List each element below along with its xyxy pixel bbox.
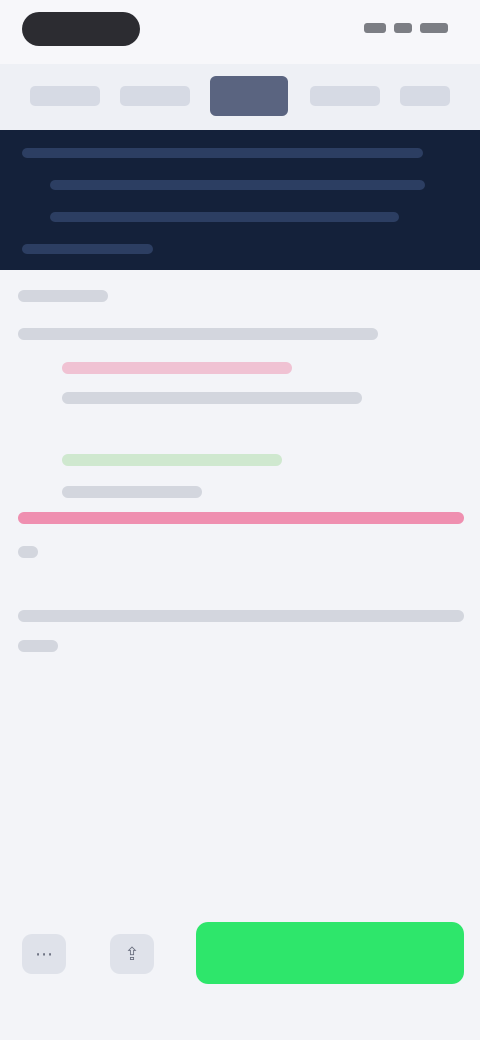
battery-icon (420, 23, 448, 33)
banner-line (22, 244, 153, 254)
tab-bar (0, 64, 480, 130)
status-icons (358, 22, 448, 34)
wifi-icon (394, 23, 412, 33)
text-line (18, 512, 464, 524)
tab-item[interactable] (30, 86, 100, 106)
text-line (18, 290, 108, 302)
banner-line (50, 180, 425, 190)
tab-item[interactable] (310, 86, 380, 106)
share-icon: ⇪ (124, 943, 140, 964)
banner-line (22, 148, 424, 158)
text-line (18, 610, 464, 622)
text-line (62, 454, 282, 466)
dynamic-island (22, 12, 140, 46)
status-bar (0, 0, 480, 64)
bottom-toolbar: ⋯ ⇪ (0, 900, 480, 1010)
text-line (18, 328, 378, 340)
tab-active[interactable] (210, 76, 288, 116)
text-line (18, 546, 38, 558)
text-line (18, 640, 58, 652)
tab-item[interactable] (120, 86, 190, 106)
secondary-icon-button[interactable]: ⋯ (22, 934, 66, 974)
signal-icon (364, 23, 386, 33)
primary-action-button[interactable] (196, 922, 464, 984)
text-line (62, 486, 202, 498)
text-line (62, 362, 292, 374)
secondary-icon-button-2[interactable]: ⇪ (110, 934, 154, 974)
banner-line (50, 212, 399, 222)
header-banner (0, 130, 480, 270)
text-line (62, 392, 362, 404)
more-icon: ⋯ (35, 943, 53, 964)
tab-item[interactable] (400, 86, 450, 106)
